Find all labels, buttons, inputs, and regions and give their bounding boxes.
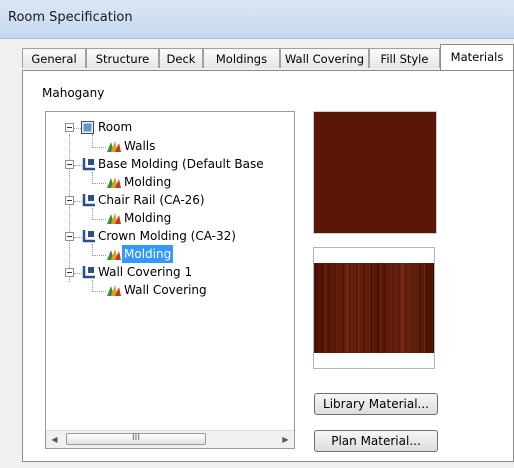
material-icon bbox=[107, 141, 121, 152]
tab-wall-covering[interactable]: Wall Covering bbox=[280, 48, 369, 68]
materials-panel: Mahogany Room Walls Base Molding (Defaul… bbox=[22, 70, 514, 462]
collapse-toggle[interactable] bbox=[65, 196, 74, 205]
tree-connector bbox=[74, 237, 82, 238]
horizontal-scrollbar[interactable]: ◀ III ▶ bbox=[46, 430, 294, 448]
tree-connector bbox=[73, 128, 81, 129]
material-icon bbox=[107, 285, 121, 296]
tab-general[interactable]: General bbox=[22, 48, 86, 68]
tree-connector bbox=[74, 165, 82, 166]
wood-texture bbox=[314, 263, 434, 353]
collapse-toggle[interactable] bbox=[65, 268, 74, 277]
tree-connector bbox=[74, 201, 82, 202]
tree-item-chair-rail-material[interactable]: Molding bbox=[122, 209, 173, 227]
tree-connector bbox=[92, 291, 106, 292]
tree-item-label: Molding bbox=[122, 245, 174, 263]
tree-item-walls[interactable]: Walls bbox=[122, 137, 157, 155]
scroll-left-arrow-icon[interactable]: ◀ bbox=[46, 431, 63, 448]
tab-structure[interactable]: Structure bbox=[86, 48, 159, 68]
tree-connector bbox=[92, 147, 106, 148]
tree-item-wall-covering-1[interactable]: Wall Covering 1 bbox=[96, 263, 194, 281]
tree-item-label: Chair Rail (CA-26) bbox=[98, 193, 205, 207]
tree-connector bbox=[92, 219, 106, 220]
tree-item-label: Room bbox=[98, 120, 133, 134]
room-icon bbox=[81, 121, 94, 134]
material-texture-preview bbox=[313, 247, 435, 369]
tree-item-room[interactable]: Room bbox=[96, 118, 134, 136]
tree-connector bbox=[92, 134, 93, 148]
molding-icon bbox=[82, 194, 95, 207]
tree-item-label: Wall Covering 1 bbox=[98, 265, 193, 279]
scroll-thumb[interactable]: III bbox=[66, 433, 206, 445]
tree-item-base-molding-material[interactable]: Molding bbox=[122, 173, 173, 191]
tree-item-wall-covering-material[interactable]: Wall Covering bbox=[122, 281, 209, 299]
scroll-right-arrow-icon[interactable]: ▶ bbox=[277, 431, 294, 448]
material-icon bbox=[107, 213, 121, 224]
plan-material-button[interactable]: Plan Material... bbox=[314, 430, 438, 452]
molding-icon bbox=[82, 158, 95, 171]
material-tree[interactable]: Room Walls Base Molding (Default Base Mo… bbox=[45, 111, 295, 449]
material-color-swatch bbox=[313, 111, 437, 234]
tree-item-label: Molding bbox=[124, 211, 172, 225]
tab-moldings[interactable]: Moldings bbox=[203, 48, 280, 68]
tree-item-label: Base Molding (Default Base bbox=[98, 157, 264, 171]
title-bar: Room Specification bbox=[0, 0, 514, 39]
tree-item-crown-molding-material[interactable]: Molding bbox=[122, 245, 174, 263]
molding-icon bbox=[82, 230, 95, 243]
molding-icon bbox=[82, 266, 95, 279]
material-icon bbox=[107, 249, 121, 260]
tab-strip: General Structure Deck Moldings Wall Cov… bbox=[22, 44, 514, 70]
tree-item-chair-rail[interactable]: Chair Rail (CA-26) bbox=[96, 191, 207, 209]
tab-materials[interactable]: Materials bbox=[440, 44, 514, 70]
tree-item-label: Crown Molding (CA-32) bbox=[98, 229, 236, 243]
material-name-label: Mahogany bbox=[42, 86, 105, 100]
material-icon bbox=[107, 177, 121, 188]
tree-item-label: Walls bbox=[124, 139, 156, 153]
tree-item-base-molding[interactable]: Base Molding (Default Base bbox=[96, 155, 266, 173]
tree-connector bbox=[69, 134, 70, 282]
tab-deck[interactable]: Deck bbox=[159, 48, 203, 68]
tree-item-label: Wall Covering bbox=[124, 283, 207, 297]
tree-connector bbox=[92, 183, 106, 184]
collapse-toggle[interactable] bbox=[65, 123, 74, 132]
tree-item-crown-molding[interactable]: Crown Molding (CA-32) bbox=[96, 227, 238, 245]
tab-fill-style[interactable]: Fill Style bbox=[369, 48, 440, 68]
tree-item-label: Molding bbox=[124, 175, 172, 189]
library-material-button[interactable]: Library Material... bbox=[314, 393, 438, 415]
tree-connector bbox=[74, 273, 82, 274]
collapse-toggle[interactable] bbox=[65, 232, 74, 241]
tree-connector bbox=[92, 255, 106, 256]
collapse-toggle[interactable] bbox=[65, 160, 74, 169]
window-title: Room Specification bbox=[8, 10, 133, 25]
